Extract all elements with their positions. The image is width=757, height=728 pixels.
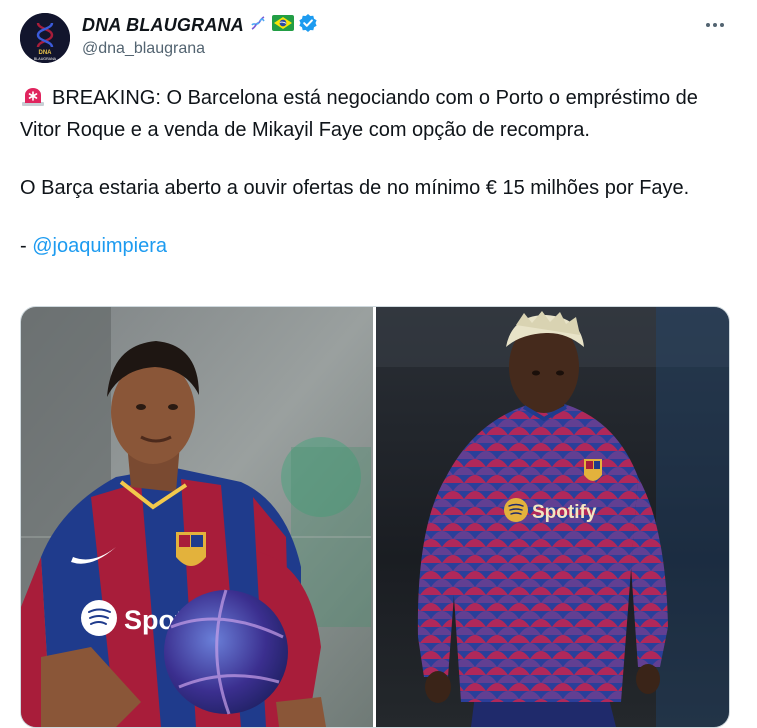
avatar-text-bottom: BLAUGRANA: [34, 57, 57, 61]
credit-prefix: -: [20, 235, 33, 257]
avatar[interactable]: DNA BLAUGRANA: [20, 13, 70, 63]
mikayil-faye-image: Spotify: [376, 307, 729, 727]
verified-badge-icon[interactable]: [298, 13, 318, 38]
photo-vitor-roque[interactable]: Spotify: [21, 307, 373, 727]
tweet-text: BREAKING: O Barcelona está negociando co…: [20, 84, 735, 261]
right-shirt-sponsor: Spotify: [532, 502, 597, 523]
avatar-text-top: DNA: [39, 50, 53, 56]
author-handle[interactable]: @dna_blaugrana: [82, 40, 205, 58]
display-name[interactable]: DNA BLAUGRANA: [82, 15, 244, 36]
tweet-paragraph-1: BREAKING: O Barcelona está negociando co…: [20, 84, 735, 145]
vitor-roque-image: Spotify: [21, 307, 373, 727]
photo-mikayil-faye[interactable]: Spotify: [376, 307, 729, 727]
tweet-paragraph-2: O Barça estaria aberto a ouvir ofertas d…: [20, 177, 690, 199]
author-name-row[interactable]: DNA BLAUGRANA: [82, 13, 318, 37]
brazil-flag-icon: [271, 14, 294, 36]
siren-icon: [20, 87, 46, 116]
tweet-credit: - @joaquimpiera: [20, 232, 735, 261]
dna-icon: [248, 13, 268, 38]
more-options-icon[interactable]: [704, 14, 726, 36]
tweet-line-1: BREAKING: O Barcelona está negociando co…: [20, 87, 698, 141]
dna-blaugrana-logo: DNA BLAUGRANA: [20, 13, 70, 63]
media-grid[interactable]: Spotify Spotify: [20, 306, 730, 728]
mention-link[interactable]: @joaquimpiera: [32, 235, 167, 257]
